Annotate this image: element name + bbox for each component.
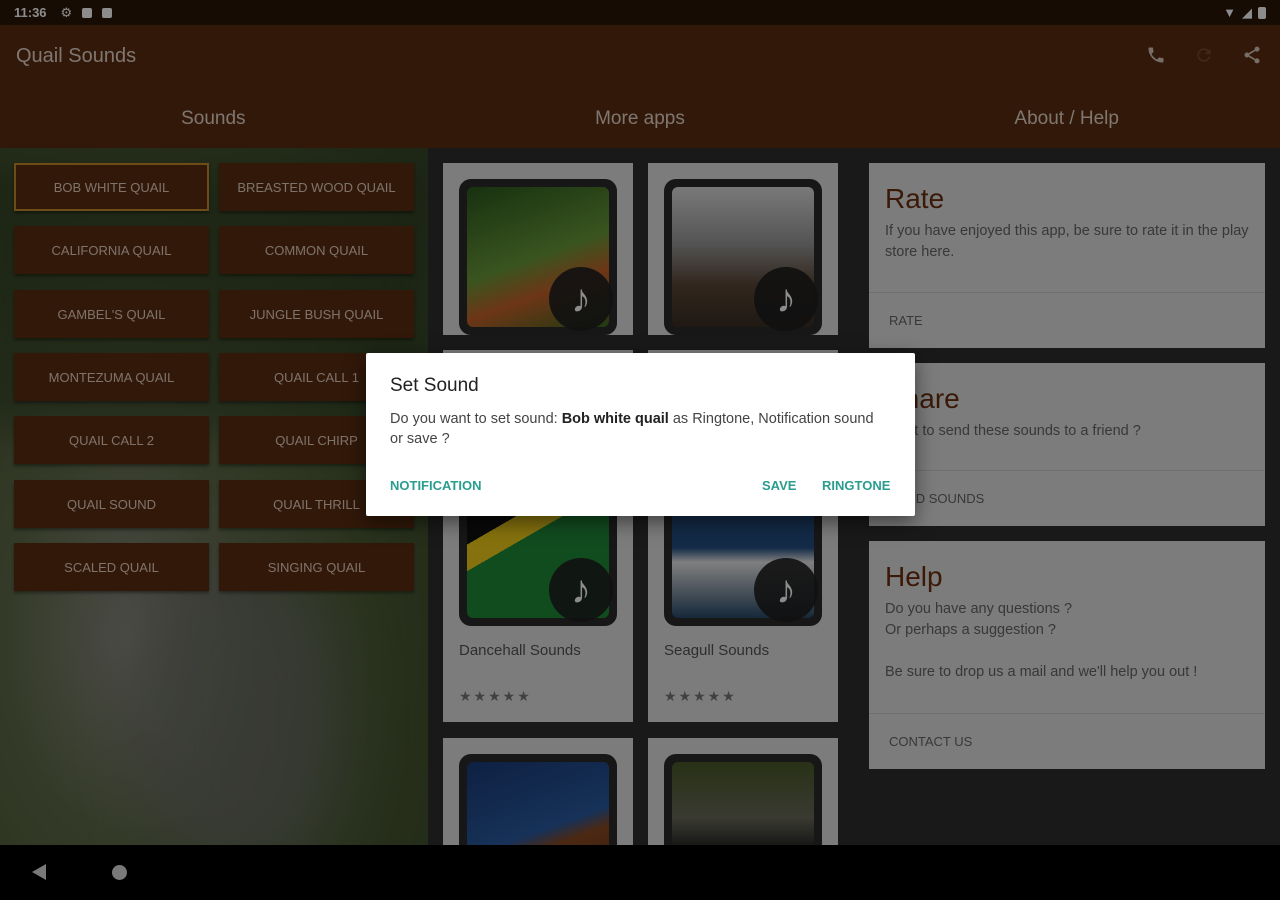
dialog-sound-name: Bob white quail: [561, 411, 669, 427]
dialog-message-prefix: Do you want to set sound:: [390, 411, 562, 427]
dialog-message: Do you want to set sound: Bob white quai…: [390, 409, 890, 449]
notification-button[interactable]: NOTIFICATION: [390, 478, 481, 493]
set-sound-dialog: Set Sound Do you want to set sound: Bob …: [366, 353, 915, 516]
dialog-title: Set Sound: [390, 375, 479, 396]
save-button[interactable]: SAVE: [762, 478, 796, 493]
ringtone-button[interactable]: RINGTONE: [822, 478, 890, 493]
